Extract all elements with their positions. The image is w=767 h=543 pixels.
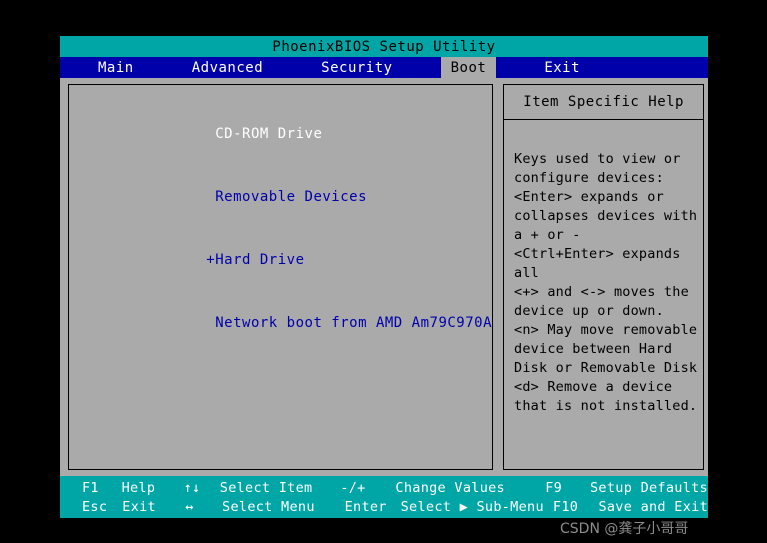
help-line: <+> and <-> moves the: [514, 284, 689, 300]
help-line: device up or down.: [514, 303, 664, 319]
key-f9[interactable]: F9: [545, 480, 590, 496]
footer-row-1: F1 Help ↑↓ Select Item -/+ Change Values…: [60, 478, 708, 497]
boot-item-removable-devices-label: Removable Devices: [206, 189, 368, 205]
save-and-exit-label: Save and Exit: [598, 498, 708, 515]
tab-advanced[interactable]: Advanced: [182, 57, 273, 78]
boot-order-panel: CD-ROM Drive Removable Devices +Hard Dri…: [68, 84, 494, 470]
tab-boot-label: Boot: [450, 59, 487, 76]
menu-bar: Main Advanced Security Boot Exit: [60, 57, 708, 78]
boot-item-network-boot[interactable]: Network boot from AMD Am79C970A: [117, 292, 492, 355]
help-line: configure devices:: [514, 170, 664, 186]
tab-security[interactable]: Security: [311, 57, 402, 78]
help-line: <n> May move removable: [514, 322, 698, 338]
select-submenu-label: Select ▶ Sub-Menu: [400, 498, 544, 515]
key-esc-label: Exit: [122, 498, 156, 515]
boot-item-hard-drive[interactable]: +Hard Drive: [117, 229, 492, 292]
key-enter[interactable]: Enter: [345, 499, 401, 515]
boot-item-network-boot-label: Network boot from AMD Am79C970A: [206, 315, 493, 331]
help-line: <Ctrl+Enter> expands: [514, 246, 681, 262]
tab-main[interactable]: Main: [88, 57, 144, 78]
help-line: <Enter> expands or: [514, 189, 664, 205]
help-line: all: [514, 265, 539, 281]
boot-item-cdrom-label: CD-ROM Drive: [206, 126, 323, 142]
tab-advanced-label: Advanced: [191, 59, 264, 76]
boot-item-cdrom[interactable]: CD-ROM Drive: [117, 103, 492, 166]
help-line: collapses devices with: [514, 208, 698, 224]
key-f1-label: Help: [121, 479, 156, 496]
tab-main-label: Main: [98, 59, 134, 76]
title-bar: PhoenixBIOS Setup Utility: [60, 36, 708, 57]
page-title: PhoenixBIOS Setup Utility: [272, 38, 496, 55]
leftright-arrow-icon: ↔: [185, 498, 194, 515]
tab-exit[interactable]: Exit: [534, 57, 590, 78]
footer-keybar: F1 Help ↑↓ Select Item -/+ Change Values…: [60, 476, 708, 518]
select-menu-label: Select Menu: [222, 498, 315, 515]
key-minus-plus[interactable]: -/+: [340, 480, 395, 496]
body-area: CD-ROM Drive Removable Devices +Hard Dri…: [60, 78, 708, 476]
help-line: Keys used to view or: [514, 151, 681, 167]
select-item-label: Select Item: [219, 479, 313, 496]
tab-exit-label: Exit: [544, 59, 581, 76]
help-line: <d> Remove a device: [514, 379, 673, 395]
help-line: a + or -: [514, 227, 581, 243]
help-panel-body: Keys used to view or configure devices: …: [504, 120, 703, 416]
change-values-label: Change Values: [395, 479, 505, 496]
help-line: that is not installed.: [514, 398, 698, 414]
boot-item-hard-drive-label: +Hard Drive: [206, 252, 305, 268]
item-specific-help-panel: Item Specific Help Keys used to view or …: [503, 84, 705, 470]
boot-item-removable-devices[interactable]: Removable Devices: [117, 166, 492, 229]
key-f1[interactable]: F1: [82, 480, 122, 496]
help-line: device between Hard: [514, 341, 673, 357]
help-line: Disk or Removable Disk: [514, 360, 698, 376]
updown-arrow-icon: ↑↓: [183, 479, 201, 496]
bios-screen: PhoenixBIOS Setup Utility Main Advanced …: [60, 36, 708, 518]
footer-row-2: Esc Exit ↔ Select Menu Enter Select ▶ Su…: [60, 497, 708, 516]
key-esc[interactable]: Esc: [82, 499, 122, 515]
help-panel-title-label: Item Specific Help: [523, 94, 684, 110]
key-f10[interactable]: F10: [553, 499, 599, 515]
tab-security-label: Security: [321, 59, 393, 76]
watermark: CSDN @龚子小哥哥: [560, 521, 689, 537]
help-panel-title: Item Specific Help: [504, 85, 704, 120]
boot-order-list: CD-ROM Drive Removable Devices +Hard Dri…: [69, 103, 492, 355]
setup-defaults-label: Setup Defaults: [590, 479, 708, 496]
tab-boot[interactable]: Boot: [440, 57, 497, 78]
